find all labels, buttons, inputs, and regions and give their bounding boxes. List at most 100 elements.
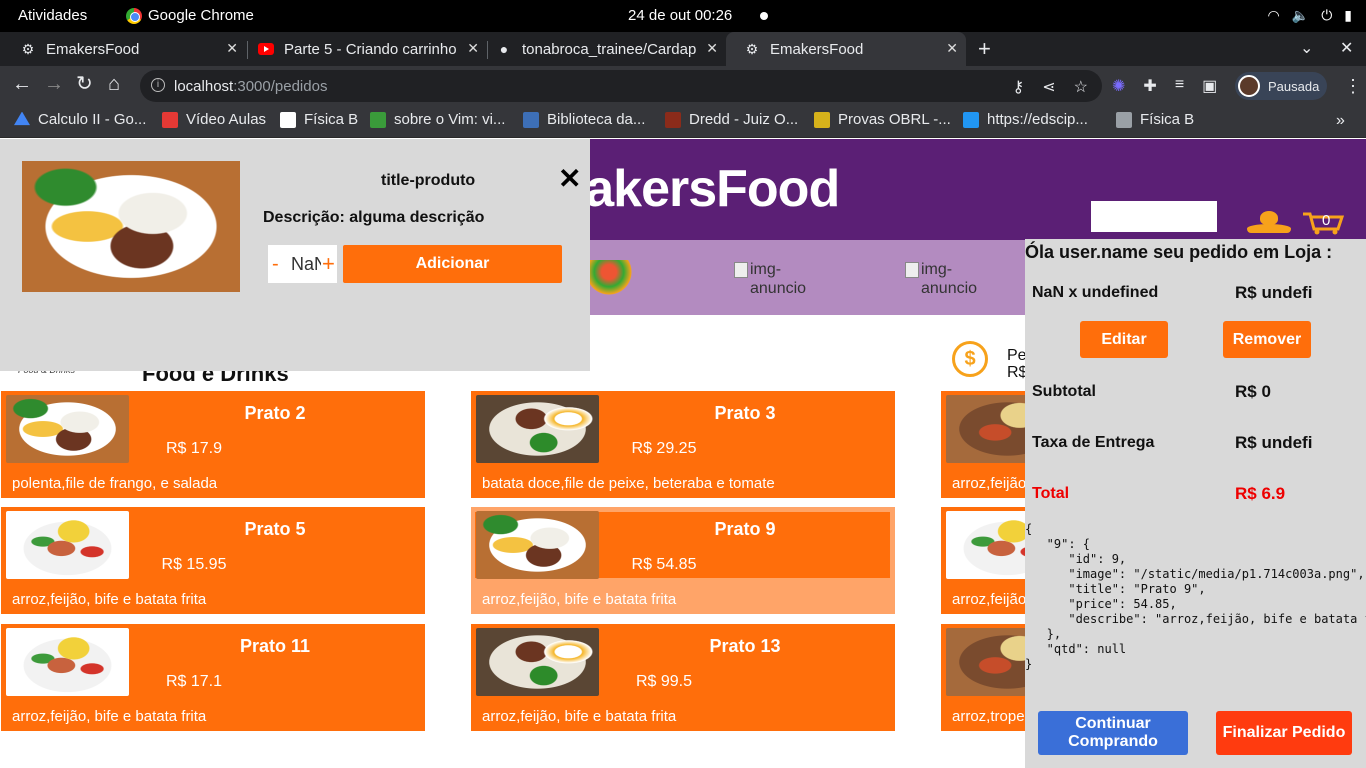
clock[interactable]: 24 de out 00:26 [628, 7, 732, 24]
address-bar[interactable]: i localhost:3000/pedidos ⚷ ⋖ ☆ [140, 70, 1102, 102]
power-icon: ⏻ [1321, 7, 1333, 23]
notion-icon [280, 111, 296, 128]
system-tray[interactable]: ◠ 🔈 ⏻ ▮ [1268, 7, 1352, 24]
close-icon[interactable]: ✕ [558, 165, 581, 193]
forward-arrow-icon[interactable]: → [44, 74, 64, 94]
user-icon[interactable] [1247, 211, 1291, 233]
product-card[interactable]: Prato 13 R$ 99.5 arroz,feijão, bife e ba… [471, 624, 895, 731]
home-icon[interactable]: ⌂ [108, 74, 120, 94]
ad-image[interactable]: img-anuncio [734, 260, 810, 298]
total-value: R$ 6.9 [1235, 484, 1286, 503]
product-description: arroz,feijão, bife e batata frita [482, 708, 677, 725]
bookmark-label: Dredd - Juiz O... [689, 111, 799, 128]
tab-label: EmakersFood [46, 40, 140, 58]
product-name: Prato 5 [244, 519, 306, 539]
new-tab-button[interactable]: + [978, 36, 991, 62]
back-arrow-icon[interactable]: ← [12, 74, 32, 94]
tab-youtube[interactable]: Parte 5 - Criando carrinho ✕ [240, 32, 487, 66]
info-icon[interactable]: i [151, 78, 165, 92]
dollar-icon: $ [952, 341, 988, 377]
product-description: arroz,feijão, bife e batata frita [12, 591, 207, 608]
bookmark-item[interactable]: Física B [280, 111, 358, 128]
close-tab-icon[interactable]: ✕ [706, 40, 718, 57]
cart-item-label: NaN x undefined [1032, 284, 1159, 301]
product-description: batata doce,file de peixe, beteraba e to… [482, 475, 775, 492]
profile-status: Pausada [1268, 78, 1320, 94]
bookmark-label: Física B [304, 111, 359, 128]
product-card[interactable]: Prato 2 R$ 17.9 polenta,file de frango, … [1, 391, 425, 498]
bookmark-item[interactable]: https://edscip... [963, 111, 1088, 128]
window-close-icon[interactable]: ✕ [1340, 38, 1353, 58]
close-tab-icon[interactable]: ✕ [226, 40, 238, 57]
tab-emakersfood-1[interactable]: ⚙ EmakersFood ✕ [2, 32, 246, 66]
bookmark-item[interactable]: Biblioteca da... [523, 111, 645, 128]
bookmark-item[interactable]: Calculo II - Go... [14, 111, 146, 128]
product-description: arroz,feijão [952, 475, 1027, 492]
star-icon[interactable]: ☆ [1074, 77, 1088, 97]
remove-item-button[interactable]: Remover [1223, 321, 1311, 358]
tab-label: EmakersFood [770, 40, 864, 58]
tab-github[interactable]: ● tonabroca_trainee/Cardap ✕ [478, 32, 726, 66]
tab-label: Parte 5 - Criando carrinho [284, 40, 457, 58]
modal-product-description: Descrição: alguma descrição [263, 209, 485, 226]
tab-emakersfood-active[interactable]: ⚙ EmakersFood ✕ [726, 32, 966, 66]
modal-product-image [22, 161, 240, 292]
bookmark-item[interactable]: Vídeo Aulas [162, 111, 266, 128]
media-queue-icon[interactable]: ≡ [1175, 76, 1184, 96]
browser-toolbar: ← → ↻ ⌂ i localhost:3000/pedidos ⚷ ⋖ ☆ ✺… [0, 66, 1366, 106]
add-to-cart-button[interactable]: Adicionar [343, 245, 562, 283]
product-image [6, 511, 129, 579]
profile-button[interactable]: Pausada [1235, 72, 1327, 100]
ad-image[interactable]: img-anuncio [905, 260, 981, 298]
github-icon: ● [499, 41, 509, 57]
chevron-right-icon[interactable]: » [1336, 112, 1345, 130]
decrement-button[interactable]: - [272, 253, 286, 276]
product-card[interactable]: Prato 5 R$ 15.95 arroz,feijão, bife e ba… [1, 507, 425, 614]
key-icon[interactable]: ⚷ [1013, 77, 1025, 97]
increment-button[interactable]: + [322, 251, 335, 277]
chevron-down-icon[interactable]: ⌄ [1300, 38, 1313, 58]
product-image [6, 395, 129, 463]
side-panel-icon[interactable]: ▣ [1202, 76, 1217, 96]
edit-item-button[interactable]: Editar [1080, 321, 1168, 358]
cart-item-value: R$ undefi [1235, 283, 1313, 302]
app-menu[interactable]: Google Chrome [126, 7, 254, 24]
product-description: arroz,feijão [952, 591, 1027, 608]
bookmark-item[interactable]: sobre o Vim: vi... [370, 111, 505, 128]
bookmark-label: Calculo II - Go... [38, 111, 147, 128]
activities-button[interactable]: Atividades [18, 7, 87, 24]
reload-icon[interactable]: ↻ [76, 74, 93, 94]
bookmark-label: Biblioteca da... [547, 111, 646, 128]
product-image [476, 511, 599, 579]
kebab-menu-icon[interactable]: ⋮ [1344, 76, 1362, 97]
puzzle-icon[interactable]: ✚ [1143, 76, 1156, 96]
continue-shopping-button[interactable]: Continuar Comprando [1038, 711, 1188, 755]
url-host: localhost [174, 78, 234, 95]
search-input[interactable] [1091, 201, 1217, 232]
close-tab-icon[interactable]: ✕ [946, 40, 958, 57]
modal-product-title: title-produto [381, 172, 476, 189]
finish-order-button[interactable]: Finalizar Pedido [1216, 711, 1352, 755]
product-card[interactable]: Prato 11 R$ 17.1 arroz,feijão, bife e ba… [1, 624, 425, 731]
quantity-value[interactable]: NaN [291, 254, 321, 275]
bookmark-label: Vídeo Aulas [186, 111, 267, 128]
share-icon[interactable]: ⋖ [1042, 77, 1055, 97]
bookmark-item[interactable]: Dredd - Juiz O... [665, 111, 798, 128]
product-image [476, 395, 599, 463]
bookmark-item[interactable]: Provas OBRL -... [814, 111, 951, 128]
extension-icon[interactable]: ✺ [1112, 76, 1125, 96]
chrome-icon [126, 7, 142, 24]
edisciplinas-icon [963, 111, 979, 128]
product-price: R$ 99.5 [635, 673, 693, 690]
quantity-stepper: - NaN + [268, 245, 337, 283]
bookmark-folder[interactable]: Física B [1116, 111, 1194, 128]
url-path: :3000/pedidos [233, 78, 328, 95]
product-card[interactable]: Prato 3 R$ 29.25 batata doce,file de pei… [471, 391, 895, 498]
broken-image-icon [734, 262, 748, 278]
product-description: polenta,file de frango, e salada [12, 475, 218, 492]
youtube-icon [162, 111, 178, 128]
product-price: R$ 17.9 [165, 440, 223, 457]
tab-strip: ⚙ EmakersFood ✕ Parte 5 - Criando carrin… [0, 32, 1366, 66]
subtotal-value: R$ 0 [1235, 382, 1271, 401]
product-card-hovered[interactable]: Prato 9 R$ 54.85 arroz,feijão, bife e ba… [471, 507, 895, 614]
